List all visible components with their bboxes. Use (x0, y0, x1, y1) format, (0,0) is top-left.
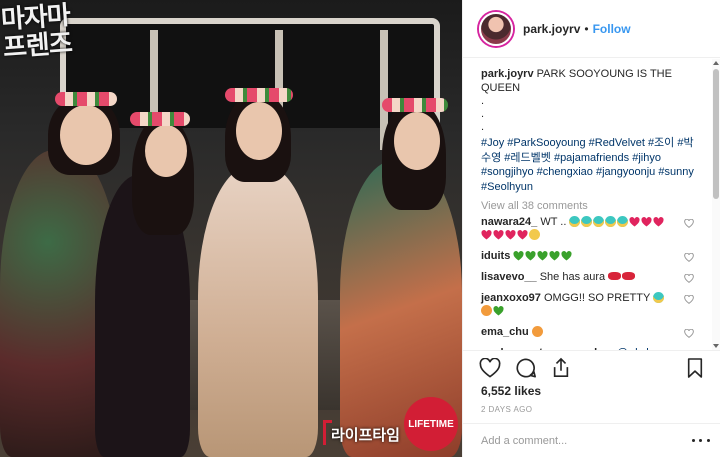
red-heart-emoji-icon (653, 217, 665, 227)
lips-emoji-icon (608, 272, 622, 280)
comment-text: WT .. (540, 216, 567, 228)
caption-dot: . (481, 108, 485, 120)
comment-like-heart-icon[interactable] (684, 252, 694, 263)
lips-emoji-icon (622, 272, 636, 280)
flower-crown (130, 112, 190, 126)
red-heart-emoji-icon (505, 230, 516, 240)
comment-username[interactable]: nawara24_ (481, 216, 537, 228)
avatar[interactable] (479, 11, 513, 46)
caption: park.joyrv PARK SOOYOUNG IS THE QUEEN . … (481, 67, 700, 194)
view-all-comments-link[interactable]: View all 38 comments (481, 200, 700, 212)
comment-username[interactable]: iduits (481, 250, 510, 262)
action-bar (463, 350, 720, 384)
follow-button[interactable]: Follow (593, 22, 631, 36)
heart-outline-icon[interactable] (479, 357, 501, 378)
comment-row: iduits (481, 250, 700, 263)
header-username[interactable]: park.joyrv (523, 22, 580, 36)
green-heart-emoji-icon (513, 251, 524, 261)
green-heart-emoji-icon (537, 251, 548, 261)
caption-dot: . (481, 121, 485, 133)
comments-list[interactable]: park.joyrv PARK SOOYOUNG IS THE QUEEN . … (463, 59, 712, 350)
scrollbar-thumb[interactable] (713, 69, 719, 199)
flower-crown (225, 88, 293, 102)
post-photo[interactable]: 마자마 프렌즈 라이프타임 LIFETIME (0, 0, 462, 457)
bookmark-icon[interactable] (686, 357, 704, 379)
person-3-face (236, 102, 282, 160)
cry-emoji-icon (617, 216, 629, 227)
cry-emoji-icon (569, 216, 581, 227)
scrollbar[interactable] (712, 59, 720, 350)
more-options-icon[interactable] (690, 430, 712, 452)
scroll-up-arrow-icon[interactable] (713, 61, 719, 65)
flower-crown (382, 98, 448, 112)
green-heart-emoji-icon (549, 251, 560, 261)
comment-rows: nawara24_ WT .. iduits lisavevo__ She ha… (481, 216, 700, 350)
person-1-face (60, 105, 112, 165)
comment-like-heart-icon[interactable] (684, 218, 694, 229)
red-heart-emoji-icon (629, 217, 641, 227)
add-comment-input[interactable] (481, 434, 690, 447)
eyes-emoji-icon (531, 326, 543, 337)
person-4-face (394, 112, 440, 170)
post-timestamp: 2 DAYS AGO (481, 405, 533, 414)
cry-emoji-icon (653, 292, 665, 303)
green-heart-emoji-icon (525, 251, 536, 261)
separator-dot: • (584, 21, 589, 36)
red-heart-emoji-icon (481, 230, 492, 240)
scroll-down-arrow-icon[interactable] (713, 344, 719, 348)
flower-crown (55, 92, 117, 106)
red-heart-emoji-icon (493, 230, 504, 240)
comment-username[interactable]: ema_chu (481, 326, 529, 338)
likes-count[interactable]: 6,552 likes (481, 384, 541, 398)
add-comment-bar (463, 423, 720, 457)
eyes-emoji-icon (481, 305, 492, 316)
caption-username[interactable]: park.joyrv (481, 68, 534, 80)
comment-row: jeanxoxo97 OMGG!! SO PRETTY (481, 292, 700, 318)
person-3 (198, 165, 318, 457)
person-2-face (145, 125, 187, 177)
caption-hashtags[interactable]: #Joy #ParkSooyoung #RedVelvet #조이 #박수영 #… (481, 136, 700, 194)
comment-username[interactable]: lisavevo__ (481, 271, 537, 283)
comment-row: lisavevo__ She has aura (481, 271, 700, 284)
post-sidebar: park.joyrv • Follow park.joyrv PARK SOOY… (462, 0, 720, 457)
channel-korean-label: 라이프타임 (322, 420, 400, 445)
green-heart-emoji-icon (493, 306, 504, 316)
cry-emoji-icon (581, 216, 593, 227)
caption-dot: . (481, 95, 485, 107)
comment-username[interactable]: jeanxoxo97 (481, 292, 541, 304)
lifetime-logo: LIFETIME (404, 397, 458, 451)
comment-row: ema_chu (481, 326, 700, 339)
cry-emoji-icon (605, 216, 617, 227)
green-heart-emoji-icon (561, 251, 572, 261)
red-heart-emoji-icon (517, 230, 528, 240)
post-header: park.joyrv • Follow (463, 0, 720, 58)
grin-emoji-icon (529, 229, 540, 240)
red-heart-emoji-icon (641, 217, 653, 227)
share-icon[interactable] (551, 357, 571, 379)
comment-text: OMGG!! SO PRETTY (543, 292, 651, 304)
cry-emoji-icon (593, 216, 605, 227)
show-logo-overlay: 마자마 프렌즈 (0, 0, 73, 64)
comment-row: nawara24_ WT .. (481, 216, 700, 242)
comment-bubble-icon[interactable] (515, 357, 537, 379)
comment-text: She has aura (539, 271, 606, 283)
comment-like-heart-icon[interactable] (684, 294, 694, 305)
comment-like-heart-icon[interactable] (684, 273, 694, 284)
comment-like-heart-icon[interactable] (684, 328, 694, 339)
